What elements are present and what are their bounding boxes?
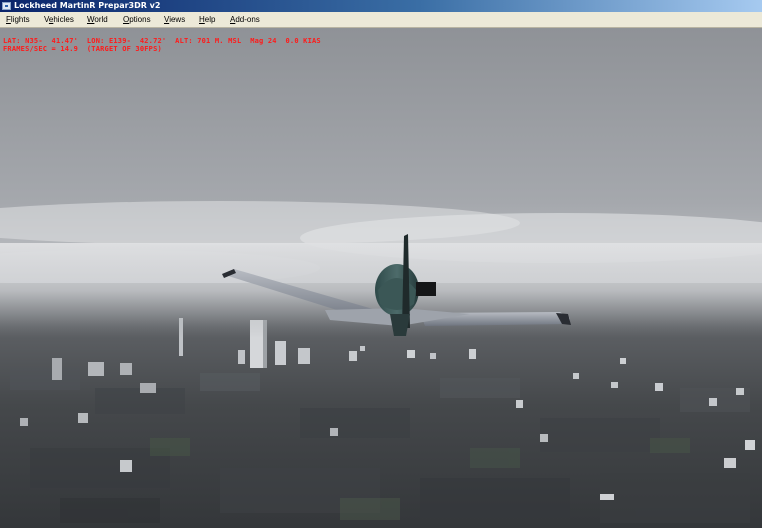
scene [0, 28, 762, 528]
menu-add-ons[interactable]: Add-ons [229, 14, 261, 26]
menu-views[interactable]: Views [163, 14, 186, 26]
simulator-viewport[interactable]: LAT: N35- 41.47' LON: E139- 42.72' ALT: … [0, 28, 762, 528]
hud-fps-readout: FRAMES/SEC = 14.9 (TARGET OF 30FPS) [3, 45, 162, 53]
menu-help[interactable]: Help [198, 14, 216, 26]
window-title: Lockheed MartinR Prepar3DR v2 [14, 1, 161, 10]
app-icon[interactable] [2, 2, 11, 10]
hud-position-readout: LAT: N35- 41.47' LON: E139- 42.72' ALT: … [3, 37, 321, 45]
menu-vehicles[interactable]: Vehicles [43, 14, 75, 26]
engine-cowl-shadow [416, 282, 436, 296]
menu-bar: Flights Vehicles World Options Views Hel… [0, 12, 762, 28]
window-title-bar[interactable]: Lockheed MartinR Prepar3DR v2 [0, 0, 762, 12]
menu-world[interactable]: World [86, 14, 109, 26]
menu-options[interactable]: Options [122, 14, 152, 26]
prepar3d-window: Lockheed MartinR Prepar3DR v2 Flights Ve… [0, 0, 762, 528]
menu-flights[interactable]: Flights [5, 14, 31, 26]
